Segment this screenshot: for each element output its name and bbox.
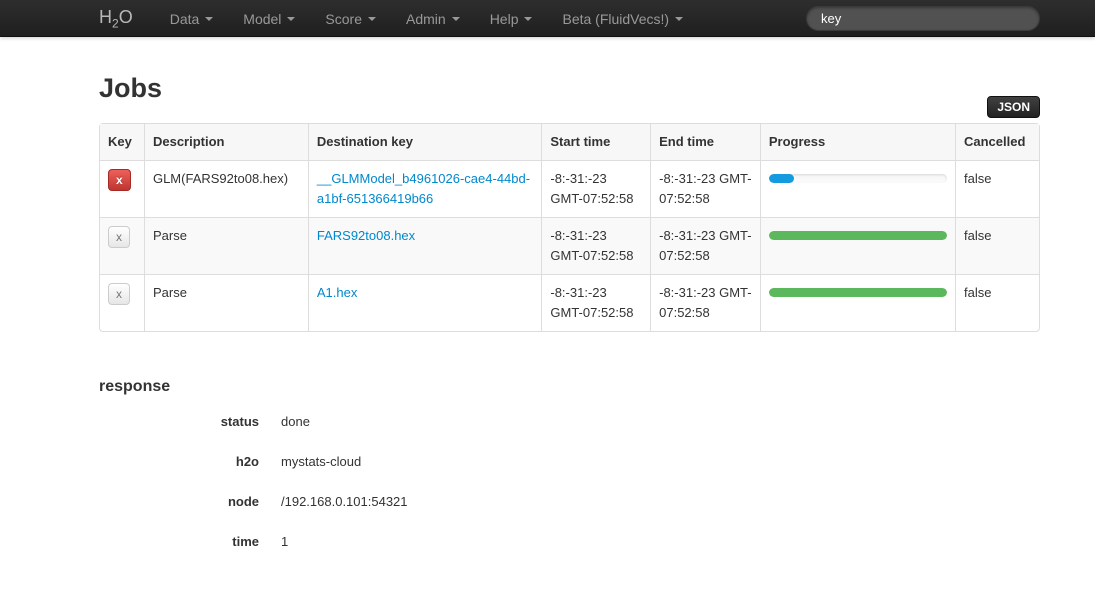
nav-item-beta-fluidvecs[interactable]: Beta (FluidVecs!) bbox=[547, 1, 698, 37]
header-key: Key bbox=[100, 124, 144, 160]
response-field-label: h2o bbox=[99, 452, 259, 472]
response-field-value: done bbox=[281, 412, 1040, 432]
nav-item-admin[interactable]: Admin bbox=[391, 1, 475, 37]
progress-bar bbox=[769, 174, 947, 183]
chevron-down-icon bbox=[675, 17, 683, 21]
job-cancelled: false bbox=[955, 217, 1039, 274]
job-start-time: -8:-31:-23 GMT-07:52:58 bbox=[541, 217, 650, 274]
response-field-label: time bbox=[99, 532, 259, 552]
response-field-label: node bbox=[99, 492, 259, 512]
nav-item-model[interactable]: Model bbox=[228, 1, 310, 37]
job-start-time: -8:-31:-23 GMT-07:52:58 bbox=[541, 160, 650, 217]
header-end-time: End time bbox=[650, 124, 760, 160]
jobs-table: Key Description Destination key Start ti… bbox=[99, 123, 1040, 332]
response-field-label: status bbox=[99, 412, 259, 432]
chevron-down-icon bbox=[368, 17, 376, 21]
job-end-time: -8:-31:-23 GMT-07:52:58 bbox=[650, 217, 760, 274]
response-heading: response bbox=[99, 378, 1040, 396]
header-progress: Progress bbox=[760, 124, 955, 160]
nav-menu: Data Model Score Admin Help Beta (FluidV… bbox=[155, 1, 698, 37]
chevron-down-icon bbox=[287, 17, 295, 21]
search-input[interactable] bbox=[806, 6, 1040, 31]
table-header-row: Key Description Destination key Start ti… bbox=[100, 124, 1039, 160]
page-title: Jobs bbox=[99, 74, 1040, 104]
cancel-job-button[interactable]: x bbox=[108, 169, 131, 191]
cancel-job-button[interactable]: x bbox=[108, 283, 130, 305]
chevron-down-icon bbox=[452, 17, 460, 21]
header-destination-key: Destination key bbox=[308, 124, 542, 160]
navbar: H2O Data Model Score Admin Help Beta (Fl… bbox=[0, 0, 1095, 37]
job-description: GLM(FARS92to08.hex) bbox=[144, 160, 308, 217]
chevron-down-icon bbox=[524, 17, 532, 21]
destination-key-link[interactable]: __GLMModel_b4961026-cae4-44bd-a1bf-65136… bbox=[317, 171, 530, 206]
json-button[interactable]: JSON bbox=[987, 96, 1040, 118]
destination-key-link[interactable]: FARS92to08.hex bbox=[317, 228, 415, 243]
cancel-job-button[interactable]: x bbox=[108, 226, 130, 248]
destination-key-link[interactable]: A1.hex bbox=[317, 285, 357, 300]
response-field-value: 1 bbox=[281, 532, 1040, 552]
nav-item-help[interactable]: Help bbox=[475, 1, 548, 37]
main-content: JSON Jobs Key Description Destination ke… bbox=[99, 74, 1040, 552]
progress-bar bbox=[769, 231, 947, 240]
table-row: x GLM(FARS92to08.hex) __GLMModel_b496102… bbox=[100, 160, 1039, 217]
job-cancelled: false bbox=[955, 160, 1039, 217]
response-field-value: /192.168.0.101:54321 bbox=[281, 492, 1040, 512]
response-details: status done h2o mystats-cloud node /192.… bbox=[99, 412, 1040, 552]
nav-item-data[interactable]: Data bbox=[155, 1, 229, 37]
header-start-time: Start time bbox=[541, 124, 650, 160]
progress-bar-fill bbox=[769, 288, 947, 297]
job-end-time: -8:-31:-23 GMT-07:52:58 bbox=[650, 274, 760, 331]
table-row: x Parse A1.hex -8:-31:-23 GMT-07:52:58 -… bbox=[100, 274, 1039, 331]
response-field-value: mystats-cloud bbox=[281, 452, 1040, 472]
job-end-time: -8:-31:-23 GMT-07:52:58 bbox=[650, 160, 760, 217]
progress-bar-fill bbox=[769, 174, 794, 183]
job-start-time: -8:-31:-23 GMT-07:52:58 bbox=[541, 274, 650, 331]
nav-item-score[interactable]: Score bbox=[310, 1, 391, 37]
brand-logo[interactable]: H2O bbox=[99, 7, 155, 31]
table-row: x Parse FARS92to08.hex -8:-31:-23 GMT-07… bbox=[100, 217, 1039, 274]
progress-bar-fill bbox=[769, 231, 947, 240]
job-description: Parse bbox=[144, 274, 308, 331]
job-description: Parse bbox=[144, 217, 308, 274]
header-cancelled: Cancelled bbox=[955, 124, 1039, 160]
progress-bar bbox=[769, 288, 947, 297]
header-description: Description bbox=[144, 124, 308, 160]
job-cancelled: false bbox=[955, 274, 1039, 331]
chevron-down-icon bbox=[205, 17, 213, 21]
